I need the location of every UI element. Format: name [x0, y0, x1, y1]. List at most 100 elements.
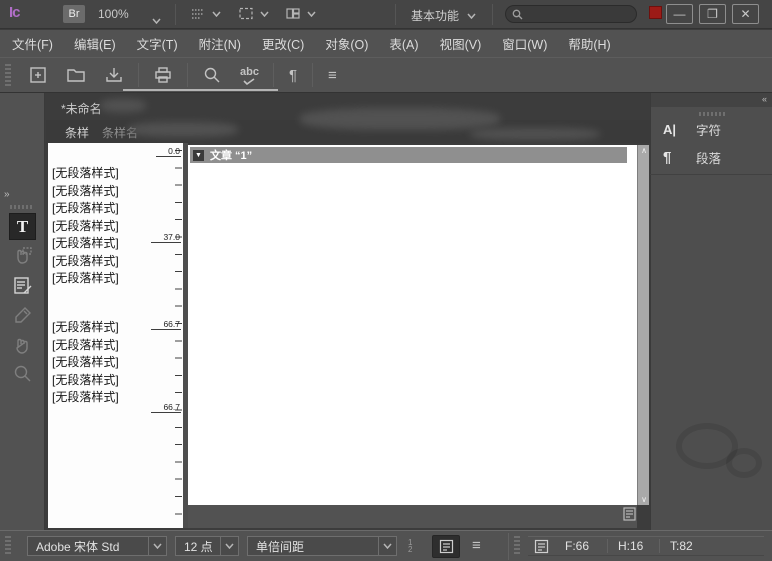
- tools-grip-handle[interactable]: [10, 205, 34, 209]
- toolbar-divider: [187, 63, 188, 87]
- application-toolbar: abc ¶ ≡: [0, 57, 772, 93]
- workspace-switcher[interactable]: 基本功能: [411, 7, 476, 24]
- ruler-label: 66.7: [151, 402, 181, 413]
- search-button[interactable]: [202, 66, 222, 84]
- menu-object[interactable]: 对象(O): [325, 34, 368, 53]
- menu-type[interactable]: 文字(T): [137, 34, 178, 53]
- type-tool-button[interactable]: T: [9, 213, 36, 240]
- menu-file[interactable]: 文件(F): [12, 34, 53, 53]
- show-hidden-characters-button[interactable]: ¶: [289, 67, 297, 84]
- screen-mode-control[interactable]: [238, 7, 269, 20]
- zoom-tool-button[interactable]: [12, 363, 33, 384]
- info-column-toggle-button[interactable]: [432, 535, 460, 558]
- expand-panel-icon[interactable]: »: [4, 189, 8, 200]
- collapse-panels-icon[interactable]: «: [651, 93, 772, 107]
- style-row[interactable]: [无段落样式]: [52, 183, 172, 201]
- scroll-down-icon[interactable]: ∨: [638, 495, 650, 504]
- status-bar: Adobe 宋体 Std 12 点 单倍间距 1 2 ≡ F:66 H:16 T…: [0, 530, 772, 561]
- font-size-value: 12 点: [176, 538, 220, 555]
- search-input[interactable]: [523, 8, 623, 20]
- spellcheck-button[interactable]: abc: [240, 66, 259, 85]
- dock-separator: [650, 174, 772, 175]
- collapse-triangle-icon[interactable]: ▼: [193, 150, 204, 161]
- chevron-down-icon: [307, 11, 316, 17]
- menu-changes[interactable]: 更改(C): [262, 34, 304, 53]
- panel-tab-paragraph[interactable]: ¶ 段落: [663, 145, 767, 169]
- statusbar-grip-handle[interactable]: [514, 536, 520, 556]
- style-row[interactable]: [无段落样式]: [52, 372, 172, 390]
- chevron-down-icon[interactable]: [220, 537, 238, 555]
- arrange-documents-icon: [285, 7, 301, 20]
- panel-dock: « A| 字符 ¶ 段落: [650, 93, 772, 530]
- arrange-documents-control[interactable]: [285, 7, 316, 20]
- menu-view[interactable]: 视图(V): [440, 34, 482, 53]
- minimize-button[interactable]: —: [666, 4, 693, 24]
- zoom-chevron-down-icon[interactable]: [152, 11, 161, 29]
- toolbar-divider: [273, 63, 274, 87]
- print-button[interactable]: [153, 66, 173, 84]
- menu-edit[interactable]: 编辑(E): [74, 34, 116, 53]
- eyedropper-tool-button[interactable]: [12, 305, 33, 326]
- chevron-down-icon: [212, 11, 221, 17]
- menu-table[interactable]: 表(A): [389, 34, 418, 53]
- maximize-button[interactable]: ❐: [699, 4, 726, 24]
- note-tool-button[interactable]: [12, 275, 33, 296]
- style-row[interactable]: [无段落样式]: [52, 270, 172, 288]
- close-button[interactable]: ✕: [732, 4, 759, 24]
- view-options-control[interactable]: [190, 7, 221, 20]
- save-button[interactable]: [104, 66, 124, 84]
- page-indicator-icon[interactable]: [622, 507, 637, 521]
- style-rows-group: [无段落样式] [无段落样式] [无段落样式] [无段落样式] [无段落样式] …: [52, 165, 172, 288]
- ruler-label: 0.0: [156, 146, 181, 157]
- statusbar-grip-handle[interactable]: [5, 536, 11, 556]
- copyfit-info: F:66 H:16 T:82: [528, 536, 764, 556]
- toolbar-grip-handle[interactable]: [5, 64, 11, 86]
- search-box[interactable]: [505, 5, 637, 23]
- smudge-artifact: [300, 108, 500, 130]
- scroll-up-icon[interactable]: ∧: [638, 146, 650, 155]
- statusbar-menu-icon[interactable]: ≡: [472, 537, 481, 554]
- dock-grip-handle[interactable]: [699, 112, 725, 116]
- story-title: 文章 “1”: [210, 147, 252, 163]
- screen-mode-icon: [238, 7, 254, 20]
- menu-notes[interactable]: 附注(N): [199, 34, 241, 53]
- story-header-bar[interactable]: ▼ 文章 “1”: [190, 147, 627, 163]
- tab-galley[interactable]: 条样: [65, 124, 89, 141]
- title-bar: Ic Br 100% 基本功能: [0, 0, 772, 29]
- hand-tool-button[interactable]: [12, 335, 33, 356]
- leading-value: 单倍间距: [248, 538, 378, 555]
- lines-count: F:66: [555, 539, 607, 553]
- style-row[interactable]: [无段落样式]: [52, 253, 172, 271]
- chevron-down-icon[interactable]: [148, 537, 166, 555]
- style-row[interactable]: [无段落样式]: [52, 354, 172, 372]
- bridge-button[interactable]: Br: [63, 5, 85, 23]
- document-tab[interactable]: *未命名: [61, 100, 102, 117]
- style-row[interactable]: [无段落样式]: [52, 337, 172, 355]
- menu-window[interactable]: 窗口(W): [502, 34, 547, 53]
- panel-label: 字符: [696, 120, 721, 139]
- open-folder-button[interactable]: [66, 66, 86, 84]
- font-size-select[interactable]: 12 点: [175, 536, 239, 556]
- toolbar-menu-icon[interactable]: ≡: [328, 67, 337, 84]
- font-family-select[interactable]: Adobe 宋体 Std: [27, 536, 167, 556]
- zoom-level-value[interactable]: 100%: [98, 7, 129, 21]
- style-rows-group: [无段落样式] [无段落样式] [无段落样式] [无段落样式] [无段落样式]: [52, 319, 172, 407]
- tools-panel: » T: [0, 93, 45, 530]
- position-tool-button[interactable]: [12, 245, 33, 266]
- story-editor-area[interactable]: ▼ 文章 “1”: [188, 145, 637, 505]
- leading-select[interactable]: 单倍间距: [247, 536, 397, 556]
- words-count: H:16: [607, 539, 659, 553]
- red-square-artifact: [649, 6, 662, 19]
- style-row[interactable]: [无段落样式]: [52, 200, 172, 218]
- panel-tab-character[interactable]: A| 字符: [663, 117, 767, 141]
- toolbar-divider: [138, 63, 139, 87]
- titlebar-divider: [175, 4, 176, 25]
- chevron-down-icon[interactable]: [378, 537, 396, 555]
- new-document-button[interactable]: [28, 66, 48, 84]
- vertical-scrollbar[interactable]: ∧ ∨: [637, 145, 649, 505]
- titlebar-divider: [395, 4, 396, 25]
- menu-help[interactable]: 帮助(H): [568, 34, 610, 53]
- panel-label: 段落: [696, 148, 721, 167]
- style-row[interactable]: [无段落样式]: [52, 165, 172, 183]
- paragraph-panel-icon: ¶: [663, 149, 681, 166]
